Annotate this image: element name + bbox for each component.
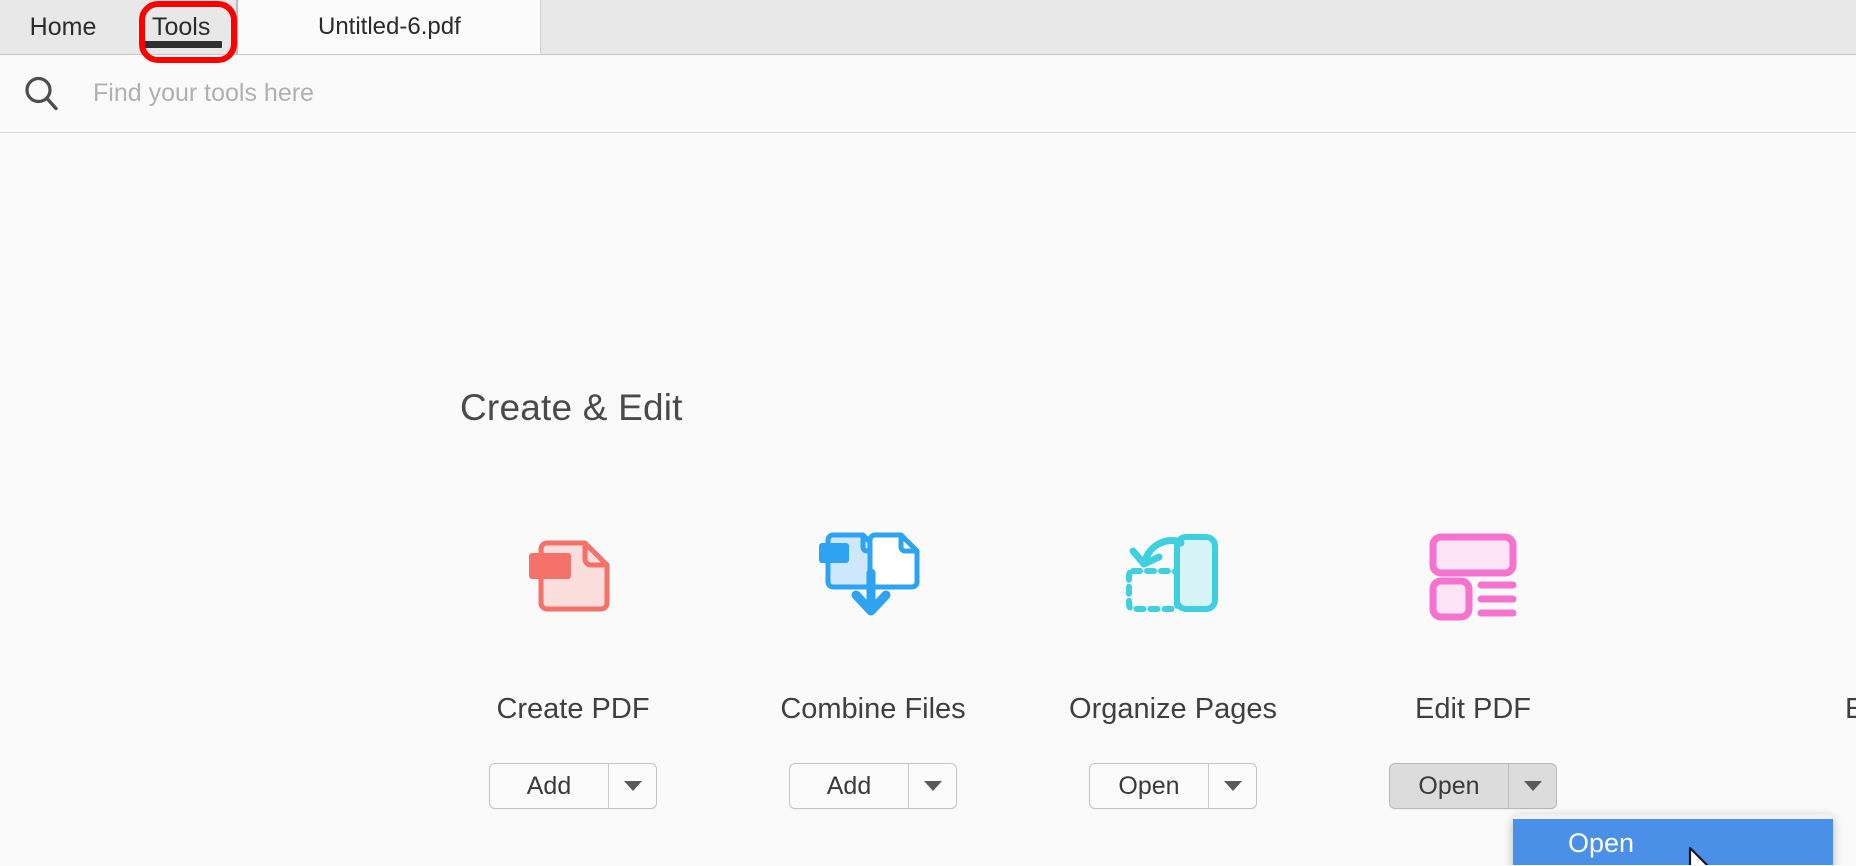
dropdown-toggle-create-pdf[interactable] (609, 764, 656, 808)
split-button-combine-files[interactable]: Add (789, 763, 957, 809)
button-add-combine-files[interactable]: Add (790, 764, 909, 808)
button-open-organize-pages[interactable]: Open (1090, 764, 1209, 808)
tool-label-clipped: E (1845, 693, 1856, 725)
menu-item-open[interactable]: Open (1513, 819, 1833, 865)
combine-files-icon (758, 518, 988, 628)
create-pdf-icon (458, 518, 688, 628)
active-tab-indicator (140, 41, 223, 48)
document-tab-untitled-6[interactable]: Untitled-6.pdf (238, 0, 542, 54)
tool-button-wrap-organize-pages: Open (1058, 763, 1288, 809)
tool-label-organize-pages: Organize Pages (1069, 693, 1277, 725)
organize-pages-icon (1058, 518, 1288, 628)
tools-content-area: Create & Edit Create PDF Add Combine Fil… (0, 133, 1856, 865)
edit-pdf-icon (1358, 518, 1588, 628)
tab-bar: Home Tools Untitled-6.pdf (0, 0, 1856, 63)
tool-label-combine-files: Combine Files (780, 693, 966, 725)
tools-search-bar (0, 55, 1856, 133)
nav-tab-home[interactable]: Home (0, 0, 126, 54)
chevron-down-icon (923, 781, 942, 791)
tool-card-create-pdf[interactable]: Create PDF Add (458, 518, 688, 809)
nav-tab-home-label: Home (29, 12, 97, 41)
chevron-down-icon (1523, 781, 1542, 791)
search-icon (22, 74, 62, 114)
tool-card-organize-pages[interactable]: Organize Pages Open (1058, 518, 1288, 809)
tool-card-edit-pdf[interactable]: Edit PDF Open (1358, 518, 1588, 809)
context-dropdown-menu: Open Remove Shortcut Learn More (1513, 814, 1833, 865)
dropdown-toggle-edit-pdf[interactable] (1509, 764, 1556, 808)
split-button-create-pdf[interactable]: Add (489, 763, 657, 809)
button-add-create-pdf[interactable]: Add (490, 764, 609, 808)
tool-grid: Create PDF Add Combine Files Add Organiz… (0, 518, 1856, 838)
nav-tab-tools[interactable]: Tools (126, 0, 236, 54)
tool-card-combine-files[interactable]: Combine Files Add (758, 518, 988, 809)
acrobat-tools-window: Home Tools Untitled-6.pdf Create & Edit (0, 0, 1856, 866)
section-heading-create-edit: Create & Edit (460, 387, 683, 428)
tool-label-edit-pdf: Edit PDF (1414, 693, 1532, 725)
search-input[interactable] (93, 79, 793, 108)
nav-tab-tools-label: Tools (152, 12, 211, 41)
split-button-edit-pdf[interactable]: Open (1389, 763, 1557, 809)
tab-bar-empty-area (541, 0, 1856, 54)
dropdown-toggle-organize-pages[interactable] (1209, 764, 1256, 808)
tool-label-create-pdf: Create PDF (496, 693, 650, 725)
tool-button-wrap-create-pdf: Add (458, 763, 688, 809)
chevron-down-icon (1223, 781, 1242, 791)
dropdown-toggle-combine-files[interactable] (909, 764, 956, 808)
document-tab-label: Untitled-6.pdf (318, 13, 461, 40)
button-open-edit-pdf[interactable]: Open (1390, 764, 1509, 808)
tool-button-wrap-combine-files: Add (758, 763, 988, 809)
split-button-organize-pages[interactable]: Open (1089, 763, 1257, 809)
tool-button-wrap-edit-pdf: Open (1358, 763, 1588, 809)
chevron-down-icon (623, 781, 642, 791)
